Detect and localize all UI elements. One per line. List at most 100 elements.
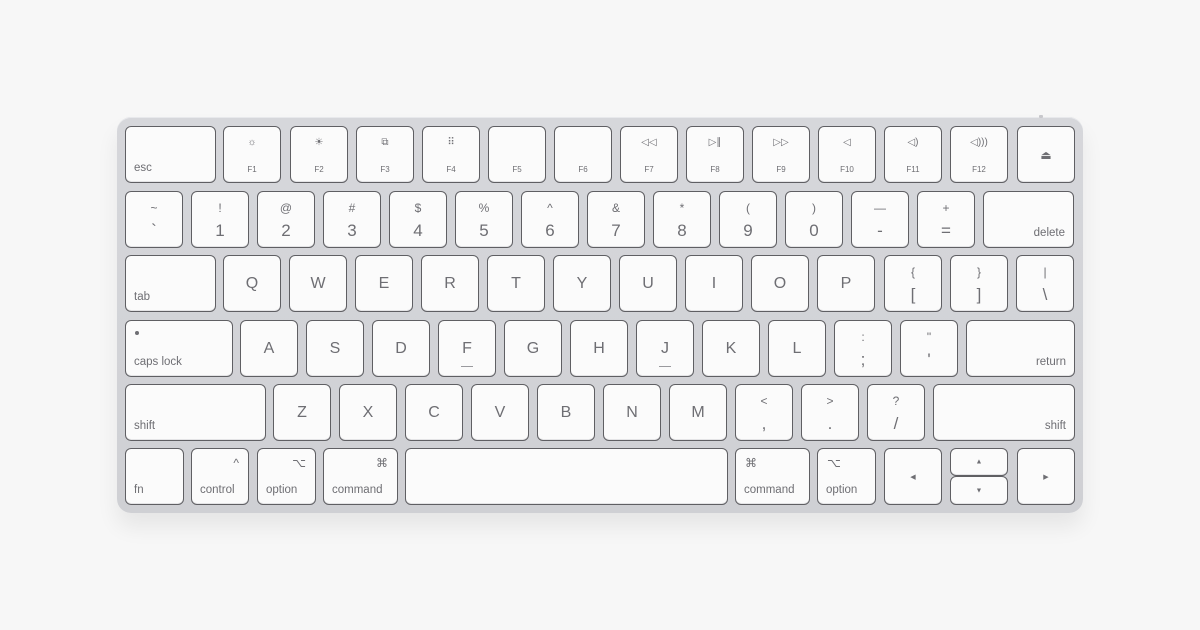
key-f4[interactable]: ⠿ F4: [422, 126, 480, 183]
key-symbol: .: [827, 414, 833, 433]
key-space[interactable]: [405, 448, 728, 505]
key-shift-symbol: {: [910, 265, 915, 279]
key-arrow-down[interactable]: ▼: [950, 476, 1008, 505]
key--[interactable]: — -: [851, 191, 909, 248]
key-d[interactable]: D: [372, 320, 430, 377]
brightness-down-icon: ☼: [247, 137, 257, 148]
key-v[interactable]: V: [471, 384, 529, 441]
key-shift-symbol: (: [746, 201, 750, 215]
key-shift-symbol: —: [874, 201, 886, 215]
key-f9[interactable]: ▷▷ F9: [752, 126, 810, 183]
key-.[interactable]: >.: [801, 384, 859, 441]
key-z[interactable]: Z: [273, 384, 331, 441]
key-a[interactable]: A: [240, 320, 298, 377]
key-return[interactable]: return: [966, 320, 1075, 377]
key-q[interactable]: Q: [223, 255, 281, 312]
key-arrow-left[interactable]: ◀: [884, 448, 942, 505]
key-][interactable]: }]: [950, 255, 1008, 312]
arrow-up-icon: ▲: [975, 458, 983, 466]
key-y[interactable]: Y: [553, 255, 611, 312]
key-label: caps lock: [134, 356, 182, 368]
key-u[interactable]: U: [619, 255, 677, 312]
key-w[interactable]: W: [289, 255, 347, 312]
key-letter: N: [626, 403, 638, 421]
key-4[interactable]: $4: [389, 191, 447, 248]
key-caps-lock[interactable]: caps lock: [125, 320, 233, 377]
key-l[interactable]: L: [768, 320, 826, 377]
key-command[interactable]: ⌘ command: [323, 448, 398, 505]
key-;[interactable]: :;: [834, 320, 892, 377]
key-`[interactable]: ~ `: [125, 191, 183, 248]
key-o[interactable]: O: [751, 255, 809, 312]
key-label: F1: [247, 165, 257, 174]
key-f6[interactable]: F6: [554, 126, 612, 183]
key-s[interactable]: S: [306, 320, 364, 377]
key-tab[interactable]: tab: [125, 255, 216, 312]
key-e[interactable]: E: [355, 255, 413, 312]
key-t[interactable]: T: [487, 255, 545, 312]
key-,[interactable]: <,: [735, 384, 793, 441]
mission-control-icon: ⧉: [381, 137, 389, 148]
key-shift-symbol: }: [976, 265, 981, 279]
key-f11[interactable]: ◁) F11: [884, 126, 942, 183]
key-b[interactable]: B: [537, 384, 595, 441]
key-arrow-up[interactable]: ▲: [950, 448, 1008, 476]
key-x[interactable]: X: [339, 384, 397, 441]
key-i[interactable]: I: [685, 255, 743, 312]
key-letter: H: [593, 339, 605, 357]
arrow-left-icon: ◀: [910, 473, 916, 481]
key-f8[interactable]: ▷∥ F8: [686, 126, 744, 183]
key-[[interactable]: {[: [884, 255, 942, 312]
key-h[interactable]: H: [570, 320, 628, 377]
key-5[interactable]: % 5: [455, 191, 513, 248]
key-f5[interactable]: F5: [488, 126, 546, 183]
key-/[interactable]: ? /: [867, 384, 925, 441]
key-shift-symbol: >: [826, 394, 834, 408]
key-label: F2: [314, 165, 324, 174]
key-3[interactable]: #3: [323, 191, 381, 248]
key-right-shift[interactable]: shift: [933, 384, 1075, 441]
key-k[interactable]: K: [702, 320, 760, 377]
key-=[interactable]: + =: [917, 191, 975, 248]
key-f10[interactable]: ◁ F10: [818, 126, 876, 183]
key-label: shift: [1044, 420, 1066, 432]
key-n[interactable]: N: [603, 384, 661, 441]
key-p[interactable]: P: [817, 255, 875, 312]
key-\[interactable]: | \: [1016, 255, 1074, 312]
key-symbol: 3: [347, 221, 357, 240]
key-f12[interactable]: ◁))) F12: [950, 126, 1008, 183]
key-symbol: 1: [215, 221, 225, 240]
key-9[interactable]: (9: [719, 191, 777, 248]
key-j[interactable]: J: [636, 320, 694, 377]
key-f7[interactable]: ◁◁ F7: [620, 126, 678, 183]
key-fn[interactable]: fn: [125, 448, 184, 505]
key-'[interactable]: " ': [900, 320, 958, 377]
key-2[interactable]: @2: [257, 191, 315, 248]
key-6[interactable]: ^ 6: [521, 191, 579, 248]
key-right-command[interactable]: ⌘ command: [735, 448, 810, 505]
key-f[interactable]: F: [438, 320, 496, 377]
key-f1[interactable]: ☼ F1: [223, 126, 281, 183]
key-1[interactable]: ! 1: [191, 191, 249, 248]
key-right-option[interactable]: ⌥ option: [817, 448, 876, 505]
key-f3[interactable]: ⧉ F3: [356, 126, 414, 183]
key-0[interactable]: ) 0: [785, 191, 843, 248]
key-m[interactable]: M: [669, 384, 727, 441]
key-delete[interactable]: delete: [983, 191, 1074, 248]
key-r[interactable]: R: [421, 255, 479, 312]
key-c[interactable]: C: [405, 384, 463, 441]
key-eject[interactable]: ⏏: [1017, 126, 1075, 183]
key-esc[interactable]: esc: [125, 126, 216, 183]
key-option[interactable]: ⌥ option: [257, 448, 316, 505]
eject-icon: ⏏: [1040, 147, 1052, 162]
key-control[interactable]: ^ control: [191, 448, 249, 505]
key-letter: K: [725, 339, 737, 357]
key-f2[interactable]: ☀ F2: [290, 126, 348, 183]
key-7[interactable]: & 7: [587, 191, 645, 248]
key-arrow-right[interactable]: ▶: [1017, 448, 1075, 505]
key-shift-symbol: !: [218, 201, 222, 215]
key-left-shift[interactable]: shift: [125, 384, 266, 441]
brightness-up-icon: ☀: [314, 137, 324, 148]
key-8[interactable]: * 8: [653, 191, 711, 248]
key-g[interactable]: G: [504, 320, 562, 377]
